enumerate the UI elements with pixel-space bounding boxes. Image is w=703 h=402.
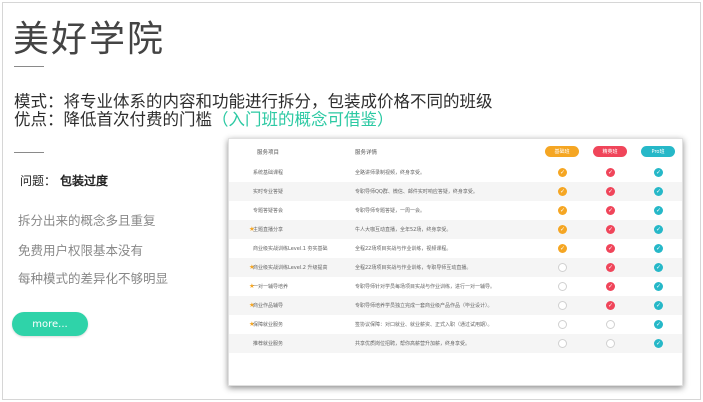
table-row: 实时专业答疑 专职导师QQ群、微信、邮件实时响应答疑，终身享受。 ✓ ✓ ✓	[229, 182, 682, 201]
table-row: ★ 保障就业服务 签协议保障：对口就业、就业薪资、正式入职（通过试用期）。 ✓	[229, 315, 682, 334]
service-item-detail: 专职导师针对学员每场项目实战与作业训练，进行一对一辅导。	[355, 284, 496, 290]
empty-circle-icon	[558, 320, 567, 329]
table-row: 专题答疑答会 专职导师专题答疑，一周一会。 ✓ ✓ ✓	[229, 201, 682, 220]
check-pro-icon: ✓	[654, 320, 663, 329]
service-item-name: 商业级实战训练Level.2 升级提高	[253, 265, 328, 271]
check-elite-icon: ✓	[606, 187, 615, 196]
empty-circle-icon	[558, 263, 567, 272]
check-pro-icon: ✓	[654, 187, 663, 196]
check-pro-icon: ✓	[654, 263, 663, 272]
service-item-detail: 专职导师培养学员独立完成一套商业级产品作品（毕业设计）。	[355, 303, 493, 309]
service-table: 服务项目 服务详情 基础班 精英班 Pro班 系统基础课程 全路讲师录制视频，终身…	[228, 138, 683, 386]
question-label: 问题：	[20, 174, 57, 188]
header-service-detail: 服务详情	[355, 150, 378, 156]
check-pro-icon: ✓	[654, 301, 663, 310]
empty-circle-icon	[606, 339, 615, 348]
service-item-name: 系统基础课程	[253, 170, 284, 176]
table-row: ★ 商业级实战训练Level.2 升级提高 全程22场项目实战与作业训练，专职导师互…	[229, 258, 682, 277]
service-item-name: 主题直播分享	[253, 227, 284, 233]
check-elite-icon: ✓	[606, 263, 615, 272]
empty-circle-icon	[606, 320, 615, 329]
check-elite-icon: ✓	[606, 225, 615, 234]
table-row: 推荐就业服务 共享优质岗位招聘，帮你高薪营升加薪，终身享受。 ✓	[229, 334, 682, 353]
check-pro-icon: ✓	[654, 282, 663, 291]
check-elite-icon: ✓	[606, 301, 615, 310]
service-item-detail: 牛人大咖互动直播，全年52场，终身享受。	[355, 227, 452, 233]
more-button[interactable]: more...	[12, 312, 88, 336]
service-item-detail: 专职导师专题答疑，一周一会。	[355, 208, 426, 214]
service-item-name: 商业作品辅导	[253, 303, 284, 309]
tier-basic-badge[interactable]: 基础班	[545, 146, 579, 157]
check-pro-icon: ✓	[654, 339, 663, 348]
table-row: ★ 主题直播分享 牛人大咖互动直播，全年52场，终身享受。 ✓ ✓ ✓	[229, 220, 682, 239]
table-row: ★ 一对一辅导培养 专职导师针对学员每场项目实战与作业训练，进行一对一辅导。 ✓ ✓	[229, 277, 682, 296]
service-item-detail: 专职导师QQ群、微信、邮件实时响应答疑，终身享受。	[355, 189, 478, 195]
header-service-item: 服务项目	[257, 150, 280, 156]
service-item-detail: 共享优质岗位招聘，帮你高薪营升加薪，终身享受。	[355, 341, 471, 347]
service-item-detail: 全路讲师录制视频，终身享受。	[355, 170, 426, 176]
issue-item: 免费用户权限基本没有	[18, 243, 144, 258]
check-elite-icon: ✓	[606, 168, 615, 177]
check-elite-icon: ✓	[606, 206, 615, 215]
issue-item: 每种模式的差异化不够明显	[18, 271, 169, 286]
empty-circle-icon	[558, 282, 567, 291]
service-item-name: 实时专业答疑	[253, 189, 284, 195]
check-pro-icon: ✓	[654, 206, 663, 215]
issue-item: 拆分出来的概念多且重复	[18, 213, 156, 228]
check-pro-icon: ✓	[654, 225, 663, 234]
check-pro-icon: ✓	[654, 168, 663, 177]
service-item-name: 推荐就业服务	[253, 341, 284, 347]
title-divider	[14, 66, 44, 67]
advantage-text: 优点：降低首次付费的门槛	[14, 110, 212, 129]
tier-elite-badge[interactable]: 精英班	[593, 146, 627, 157]
table-body: 系统基础课程 全路讲师录制视频，终身享受。 ✓ ✓ ✓ 实时专业答疑 专职导师QQ群、微信、…	[229, 163, 682, 353]
table-header: 服务项目 服务详情 基础班 精英班 Pro班	[229, 139, 682, 165]
service-item-detail: 全程22场项目实战与作业训练，视频课程。	[355, 246, 452, 252]
empty-circle-icon	[558, 339, 567, 348]
check-basic-icon: ✓	[558, 206, 567, 215]
table-row: 系统基础课程 全路讲师录制视频，终身享受。 ✓ ✓ ✓	[229, 163, 682, 182]
service-item-name: 专题答疑答会	[253, 208, 284, 214]
check-basic-icon: ✓	[558, 244, 567, 253]
service-item-name: 一对一辅导培养	[253, 284, 289, 290]
question-line: 问题： 包装过度	[20, 172, 108, 189]
page-title: 美好学院	[13, 19, 166, 60]
check-elite-icon: ✓	[606, 244, 615, 253]
question-value: 包装过度	[60, 174, 109, 188]
service-item-detail: 全程22场项目实战与作业训练，专职导师互动直播。	[355, 265, 472, 271]
check-basic-icon: ✓	[558, 225, 567, 234]
service-item-detail: 签协议保障：对口就业、就业薪资、正式入职（通过试用期）。	[355, 322, 493, 328]
service-item-name: 保障就业服务	[253, 322, 284, 328]
service-item-name: 商业级实战训练Level.1 夯实基础	[253, 246, 328, 252]
advantage-highlight: （入门班的概念可借鉴）	[212, 110, 394, 129]
check-elite-icon: ✓	[606, 282, 615, 291]
question-divider	[14, 152, 44, 153]
check-pro-icon: ✓	[654, 244, 663, 253]
check-basic-icon: ✓	[558, 187, 567, 196]
table-row: ★ 商业作品辅导 专职导师培养学员独立完成一套商业级产品作品（毕业设计）。 ✓ ✓	[229, 296, 682, 315]
table-row: 商业级实战训练Level.1 夯实基础 全程22场项目实战与作业训练，视频课程。 ✓…	[229, 239, 682, 258]
check-basic-icon: ✓	[558, 168, 567, 177]
advantage-line: 优点：降低首次付费的门槛（入门班的概念可借鉴）	[14, 106, 394, 130]
empty-circle-icon	[558, 301, 567, 310]
tier-pro-badge[interactable]: Pro班	[641, 146, 675, 157]
